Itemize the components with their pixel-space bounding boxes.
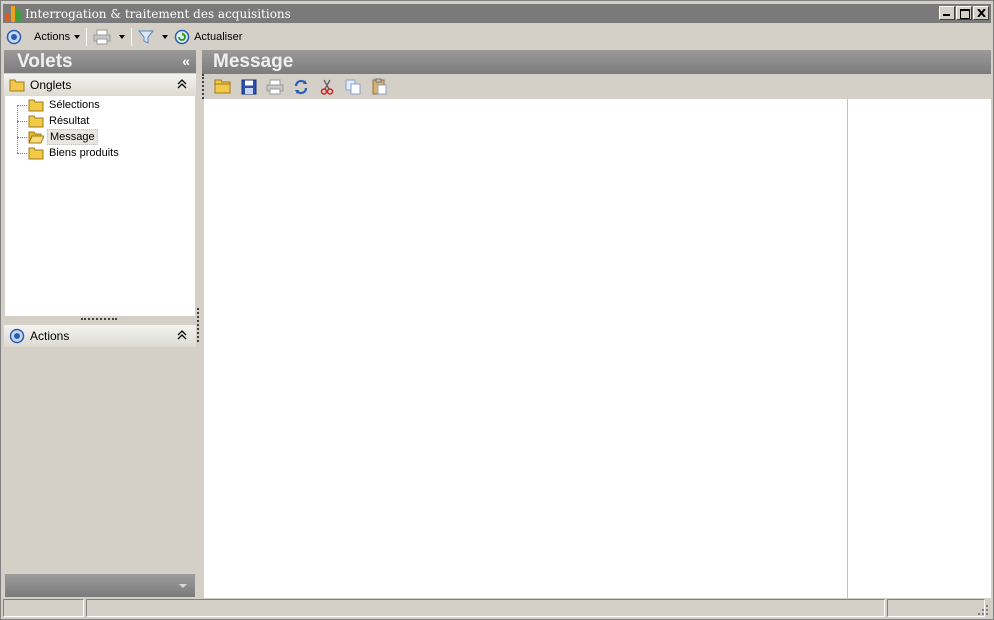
resize-grip-icon[interactable] [977, 604, 989, 616]
close-icon[interactable] [973, 6, 989, 20]
open-folder-icon [28, 131, 44, 143]
folder-icon [28, 115, 44, 127]
title-bar[interactable]: Interrogation & traitement des acquisiti… [3, 4, 991, 23]
chevron-down-icon [74, 35, 81, 39]
message-editor[interactable] [204, 99, 991, 598]
chevron-down-icon [119, 35, 126, 39]
chevron-down-icon[interactable] [179, 584, 187, 588]
tree-item-label: Message [47, 129, 98, 145]
collapse-panel-button[interactable]: « [182, 50, 190, 73]
panel-title: Volets « [4, 50, 196, 73]
onglets-tree: Sélections Résultat Message Biens produi… [5, 96, 195, 316]
status-panel [3, 599, 84, 617]
editor-margin-line [847, 99, 848, 598]
app-icon [5, 5, 22, 22]
content-area: Message [202, 50, 991, 598]
folder-icon [28, 147, 44, 159]
actions-icon[interactable] [3, 26, 25, 48]
actions-group-body [4, 347, 196, 574]
tree-item-label: Biens produits [49, 147, 119, 159]
actions-icon [9, 328, 25, 344]
vertical-splitter-grip[interactable] [197, 308, 199, 342]
status-panel [86, 599, 885, 617]
toolbar-separator [86, 28, 88, 46]
tree-item-resultat[interactable]: Résultat [5, 113, 91, 129]
chevron-up-icon[interactable] [177, 329, 187, 341]
refresh-icon [174, 29, 190, 45]
print-button[interactable] [90, 26, 128, 48]
folder-icon [9, 79, 25, 92]
content-title: Message [202, 50, 991, 74]
actions-group-header[interactable]: Actions [4, 325, 196, 347]
actions-group-label: Actions [30, 329, 70, 343]
message-toolbar [202, 74, 991, 99]
print-icon[interactable] [265, 77, 285, 97]
left-panel: Volets « Onglets Sélections Résultat Mes… [4, 50, 196, 598]
tree-item-message[interactable]: Message [5, 129, 98, 145]
tree-item-selections[interactable]: Sélections [5, 97, 102, 113]
save-icon[interactable] [239, 77, 259, 97]
horizontal-splitter-grip[interactable] [81, 318, 117, 320]
main-toolbar: Actions Actualiser [3, 25, 991, 49]
panel-title-text: Volets [17, 51, 73, 72]
tree-item-label: Sélections [49, 99, 100, 111]
actions-menu-button[interactable]: Actions [31, 26, 83, 48]
refresh-icon[interactable] [291, 77, 311, 97]
refresh-label: Actualiser [194, 31, 243, 43]
minimize-icon[interactable] [939, 6, 955, 20]
chevron-up-icon[interactable] [177, 78, 187, 90]
folder-icon [28, 99, 44, 111]
window-title: Interrogation & traitement des acquisiti… [25, 6, 291, 21]
status-bar [3, 599, 991, 618]
status-panel [887, 599, 985, 617]
cut-icon[interactable] [317, 77, 337, 97]
filter-icon [138, 30, 155, 44]
filter-button[interactable] [135, 26, 171, 48]
actions-menu-label: Actions [34, 31, 71, 43]
tree-item-label: Résultat [49, 115, 90, 127]
open-folder-icon[interactable] [213, 77, 233, 97]
panel-bottom-bar[interactable] [5, 574, 195, 597]
refresh-button[interactable]: Actualiser [171, 26, 245, 48]
print-icon [93, 29, 111, 45]
onglets-group-header[interactable]: Onglets [4, 74, 196, 96]
toolbar-separator [131, 28, 133, 46]
main-window: Interrogation & traitement des acquisiti… [0, 0, 994, 620]
tree-item-biens-produits[interactable]: Biens produits [5, 145, 121, 161]
onglets-group-label: Onglets [30, 78, 72, 92]
paste-icon[interactable] [369, 77, 389, 97]
maximize-icon[interactable] [956, 6, 972, 20]
chevron-down-icon [162, 35, 169, 39]
copy-icon[interactable] [343, 77, 363, 97]
